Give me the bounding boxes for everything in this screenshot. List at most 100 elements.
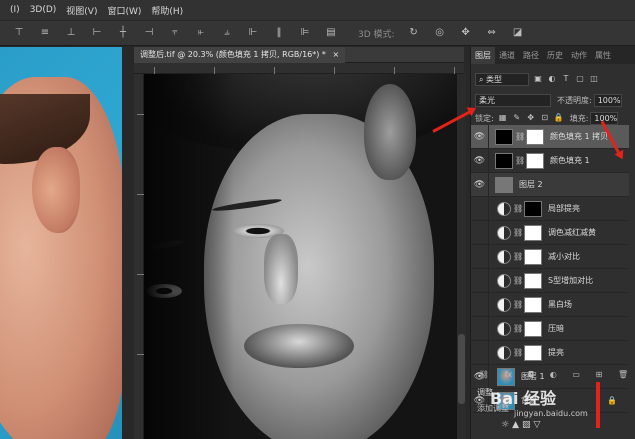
layer-mask-thumbnail	[524, 344, 542, 361]
layer-name: 黑白场	[548, 300, 572, 309]
visibility-toggle[interactable]	[471, 340, 489, 365]
visibility-toggle[interactable]	[471, 196, 489, 221]
tab-history[interactable]: 历史	[543, 50, 567, 61]
tab-layers[interactable]: 图层	[471, 47, 495, 64]
visibility-toggle[interactable]	[471, 316, 489, 341]
align-center-icon[interactable]: ┼	[116, 27, 130, 39]
layer-row[interactable]: ⛓ 调色减红减黄	[471, 220, 629, 245]
watermark: Bai 经验 jingyan.baidu.com	[490, 385, 588, 418]
menu-item-help[interactable]: 帮助(H)	[151, 4, 183, 17]
distribute-middle-icon[interactable]: ⫦	[194, 27, 208, 39]
document-tab[interactable]: 调整后.tif @ 20.3% (颜色填充 1 拷贝, RGB/16*) * ×	[134, 47, 346, 63]
align-left-icon[interactable]: ⊢	[90, 27, 104, 39]
slide-3d-icon[interactable]: ⇔	[485, 27, 499, 39]
lock-position-icon[interactable]: ✥	[526, 113, 536, 123]
ruler-tick	[394, 67, 395, 74]
trash-icon[interactable]: 🗑	[618, 370, 628, 379]
layer-name: 压暗	[548, 324, 564, 333]
scrollbar-thumb[interactable]	[458, 334, 465, 404]
menu-bar: (I) 3D(D) 视图(V) 窗口(W) 帮助(H)	[0, 0, 635, 20]
vertical-scrollbar[interactable]	[457, 74, 466, 439]
ruler-tick	[154, 67, 155, 74]
layer-row[interactable]: ⛓ 黑白场	[471, 292, 629, 317]
lock-label: 锁定:	[475, 113, 494, 123]
type-filter-icon[interactable]: T	[561, 74, 571, 84]
shape-filter-icon[interactable]: ▢	[575, 74, 585, 84]
new-adjustment-icon[interactable]: ◐	[550, 370, 557, 379]
left-document-canvas[interactable]	[0, 47, 122, 439]
visibility-toggle[interactable]	[471, 292, 489, 317]
visibility-toggle[interactable]	[471, 244, 489, 269]
align-right-icon[interactable]: ⊣	[142, 27, 156, 39]
tab-paths[interactable]: 路径	[519, 50, 543, 61]
ruler-tick	[214, 67, 215, 74]
layer-row[interactable]: ⛓ 局部提亮	[471, 196, 629, 221]
main-document-canvas[interactable]	[144, 74, 457, 439]
fx-icon[interactable]: fx	[505, 370, 513, 379]
align-top-icon[interactable]: ⊤	[12, 27, 26, 39]
link-icon: ⛓	[513, 276, 524, 285]
adjustment-filter-icon[interactable]: ◐	[547, 74, 557, 84]
layer-name: 图层 2	[519, 180, 543, 189]
lock-transparent-icon[interactable]: ▦	[498, 113, 508, 123]
pan-3d-icon[interactable]: ✥	[459, 27, 473, 39]
adjustment-layer-icon	[497, 201, 511, 216]
distribute-center-icon[interactable]: ‖	[272, 27, 286, 39]
close-icon[interactable]: ×	[332, 50, 339, 59]
adjustment-icons[interactable]: ☼▲▨▽	[501, 420, 543, 430]
menu-item-image[interactable]: (I)	[10, 5, 20, 15]
filter-kind-select[interactable]: ⌕ 类型	[475, 72, 529, 86]
opacity-input[interactable]: 100%	[593, 93, 622, 107]
layer-row[interactable]: ⛓ S型增加对比	[471, 268, 629, 293]
layer-row[interactable]: ⛓ 提亮	[471, 340, 629, 365]
document-tab-bar: 调整后.tif @ 20.3% (颜色填充 1 拷贝, RGB/16*) * ×	[134, 47, 464, 63]
link-layers-icon[interactable]: ⛓	[479, 370, 489, 379]
visibility-toggle[interactable]	[471, 220, 489, 245]
lock-image-icon[interactable]: ✎	[512, 113, 522, 123]
tab-properties[interactable]: 属性	[591, 50, 615, 61]
panel-tabs: 图层 通道 路径 历史 动作 属性	[471, 47, 635, 64]
fill-label: 填充:	[569, 113, 589, 123]
visibility-eye-icon[interactable]: 👁	[471, 172, 489, 197]
ruler-tick	[137, 354, 144, 355]
layer-row[interactable]: ⛓ 减小对比	[471, 244, 629, 269]
vertical-ruler	[134, 74, 144, 439]
lock-artboard-icon[interactable]: ⊡	[540, 113, 550, 123]
add-mask-icon[interactable]: ◘	[528, 370, 534, 379]
filter-row: ⌕ 类型 ▣ ◐ T ▢ ◫	[475, 71, 633, 87]
visibility-toggle[interactable]	[471, 268, 489, 293]
roll-3d-icon[interactable]: ◎	[433, 27, 447, 39]
distribute-bottom-icon[interactable]: ⫨	[220, 27, 234, 39]
pixel-filter-icon[interactable]: ▣	[533, 74, 543, 84]
rotate-3d-icon[interactable]: ↻	[407, 27, 421, 39]
layer-thumbnail	[495, 176, 513, 193]
menu-item-window[interactable]: 窗口(W)	[107, 4, 141, 17]
smart-object-filter-icon[interactable]: ◫	[589, 74, 599, 84]
visibility-eye-icon[interactable]: 👁	[471, 124, 489, 149]
ruler-tick	[137, 114, 144, 115]
layer-row[interactable]: ⛓ 压暗	[471, 316, 629, 341]
tab-actions[interactable]: 动作	[567, 50, 591, 61]
align-middle-icon[interactable]: ≡	[38, 27, 52, 39]
align-bottom-icon[interactable]: ⊥	[64, 27, 78, 39]
lock-all-icon[interactable]: 🔒	[554, 113, 564, 123]
layer-name: 调色减红减黄	[548, 228, 596, 237]
scale-3d-icon[interactable]: ◪	[511, 27, 525, 39]
distribute-right-icon[interactable]: ⊫	[298, 27, 312, 39]
distribute-top-icon[interactable]: ⫧	[168, 27, 182, 39]
layer-row[interactable]: 👁 ⛓ 颜色填充 1	[471, 148, 629, 173]
auto-align-icon[interactable]: ▤	[324, 27, 338, 39]
visibility-eye-icon[interactable]: 👁	[471, 148, 489, 173]
layer-name: 减小对比	[548, 252, 580, 261]
blend-mode-select[interactable]: 柔光	[475, 93, 551, 107]
layer-row[interactable]: 👁 图层 2	[471, 172, 629, 197]
new-group-icon[interactable]: ▭	[572, 370, 580, 379]
lock-icon: 🔒	[607, 396, 617, 405]
adjustment-layer-icon	[497, 345, 511, 360]
menu-item-view[interactable]: 视图(V)	[66, 4, 97, 17]
distribute-left-icon[interactable]: ⊩	[246, 27, 260, 39]
tab-channels[interactable]: 通道	[495, 50, 519, 61]
new-layer-icon[interactable]: ⊞	[596, 370, 603, 379]
ruler-tick	[137, 194, 144, 195]
menu-item-3d[interactable]: 3D(D)	[30, 5, 57, 15]
